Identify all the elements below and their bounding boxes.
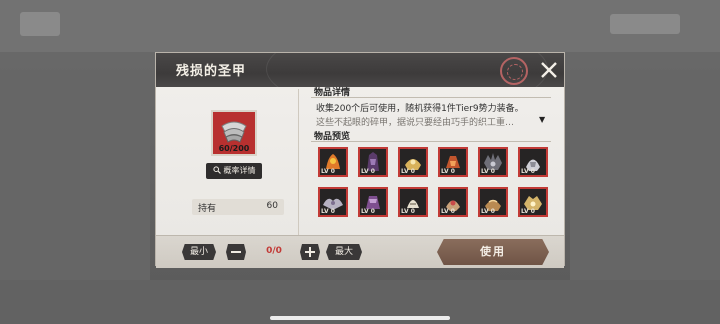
probability-details-label: 概率详情: [223, 166, 256, 175]
max-quantity-button[interactable]: 最大: [326, 244, 362, 260]
increase-button[interactable]: [300, 244, 320, 260]
item-level: LV 0: [441, 168, 455, 175]
action-bar: 最小 0/0 最大 使用: [156, 235, 564, 268]
close-button[interactable]: [536, 57, 562, 83]
item-level: LV 0: [521, 208, 535, 215]
magnifier-icon: [212, 166, 221, 174]
armor-fragment-icon: [221, 121, 247, 143]
preview-item[interactable]: LV 0: [358, 187, 388, 217]
item-level: LV 0: [361, 208, 375, 215]
preview-item[interactable]: LV 0: [518, 147, 548, 177]
item-level: LV 0: [481, 208, 495, 215]
owned-count-row: 持有 60: [192, 199, 284, 215]
details-divider: [311, 97, 551, 98]
description-line-1: 收集200个后可使用，随机获得1件Tier9势力装备。: [316, 104, 524, 114]
background-panel: [570, 70, 720, 300]
plus-icon-vertical: [309, 247, 311, 257]
preview-grid: LV 0 LV 0 LV 0 LV 0 LV 0 LV 0 LV 0 LV 0 …: [318, 147, 550, 221]
preview-item[interactable]: LV 0: [518, 187, 548, 217]
item-use-dialog: 残损的圣甲 60/200 概率详情 持有 60 物品详情 收集200个后可使用，…: [155, 52, 565, 268]
preview-item[interactable]: LV 0: [318, 147, 348, 177]
minus-icon: [231, 251, 241, 253]
quantity-display: 0/0: [266, 246, 282, 256]
item-count: 60/200: [218, 144, 250, 153]
preview-item[interactable]: LV 0: [358, 147, 388, 177]
dialog-header: 残损的圣甲: [156, 53, 564, 87]
item-level: LV 0: [441, 208, 455, 215]
item-level: LV 0: [321, 208, 335, 215]
owned-value: 60: [266, 201, 278, 211]
use-button[interactable]: 使用: [437, 239, 549, 265]
emblem-seal-icon: [500, 57, 528, 85]
item-slot: 60/200: [211, 110, 257, 156]
preview-item[interactable]: LV 0: [398, 187, 428, 217]
preview-item[interactable]: LV 0: [478, 187, 508, 217]
item-level: LV 0: [361, 168, 375, 175]
owned-label: 持有: [198, 204, 217, 214]
expand-description-icon[interactable]: ▼: [539, 115, 545, 124]
preview-item[interactable]: LV 0: [318, 187, 348, 217]
preview-divider: [311, 141, 551, 142]
item-level: LV 0: [521, 168, 535, 175]
background-panel: [0, 70, 150, 300]
panel-divider: [298, 89, 299, 249]
preview-item[interactable]: LV 0: [438, 147, 468, 177]
decrease-button[interactable]: [226, 244, 246, 260]
item-level: LV 0: [401, 168, 415, 175]
item-level: LV 0: [401, 208, 415, 215]
close-icon: [541, 62, 557, 78]
preview-item[interactable]: LV 0: [398, 147, 428, 177]
background-tab: [610, 14, 680, 34]
probability-details-button[interactable]: 概率详情: [206, 163, 262, 179]
item-level: LV 0: [481, 168, 495, 175]
item-level: LV 0: [321, 168, 335, 175]
min-quantity-button[interactable]: 最小: [182, 244, 216, 260]
dialog-title: 残损的圣甲: [176, 64, 247, 79]
home-indicator[interactable]: [270, 316, 450, 320]
preview-item[interactable]: LV 0: [478, 147, 508, 177]
preview-item[interactable]: LV 0: [438, 187, 468, 217]
background-tab: [20, 12, 60, 36]
description-line-2: 这些不起眼的碎甲，据说只要经由巧手的织工重…: [316, 118, 515, 128]
